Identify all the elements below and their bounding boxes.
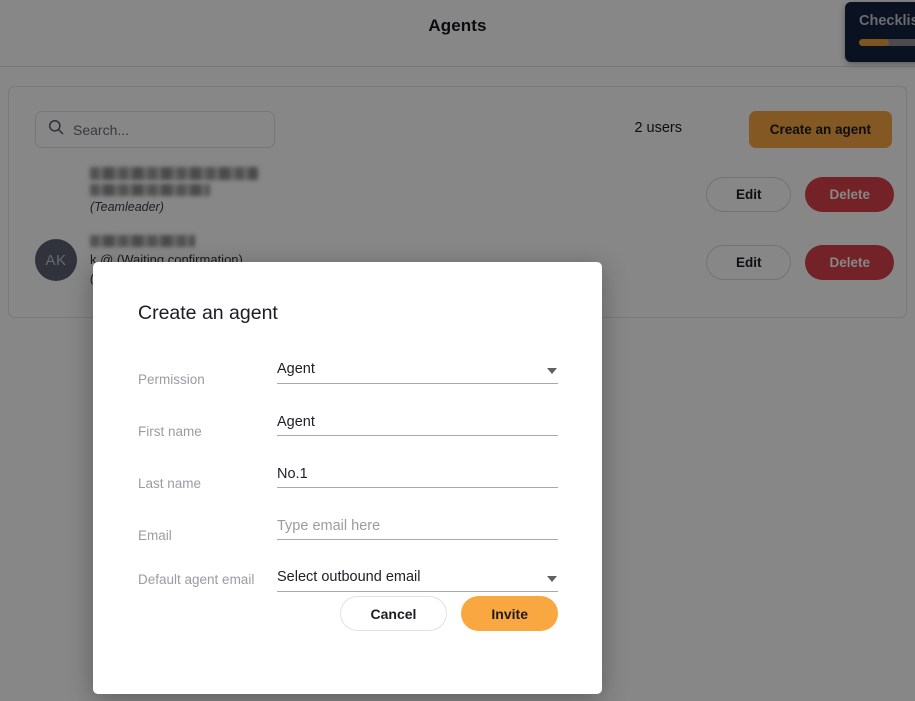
field-permission: Permission Agent <box>138 352 558 404</box>
cancel-button[interactable]: Cancel <box>339 596 448 631</box>
field-label: Last name <box>138 476 202 491</box>
permission-value: Agent <box>277 361 315 377</box>
dialog-actions: Cancel Invite <box>339 596 558 631</box>
default-agent-email-value: Select outbound email <box>277 569 421 585</box>
chevron-down-icon <box>547 576 557 582</box>
create-agent-dialog: Create an agent Permission Agent First n… <box>93 262 602 694</box>
field-last-name: Last name <box>138 456 558 508</box>
email-control[interactable] <box>277 508 558 540</box>
field-email: Email <box>138 508 558 560</box>
last-name-input[interactable] <box>277 466 558 487</box>
invite-button[interactable]: Invite <box>461 596 558 631</box>
default-agent-email-select[interactable]: Select outbound email <box>277 560 558 592</box>
field-label: Default agent email <box>138 572 255 587</box>
permission-select[interactable]: Agent <box>277 352 558 384</box>
first-name-input[interactable] <box>277 414 558 435</box>
chevron-down-icon <box>547 368 557 374</box>
field-first-name: First name <box>138 404 558 456</box>
last-name-control[interactable] <box>277 456 558 488</box>
dialog-title: Create an agent <box>138 302 278 324</box>
field-label: Email <box>138 528 172 543</box>
first-name-control[interactable] <box>277 404 558 436</box>
field-label: First name <box>138 424 202 439</box>
field-label: Permission <box>138 372 205 387</box>
email-field[interactable] <box>277 518 558 539</box>
